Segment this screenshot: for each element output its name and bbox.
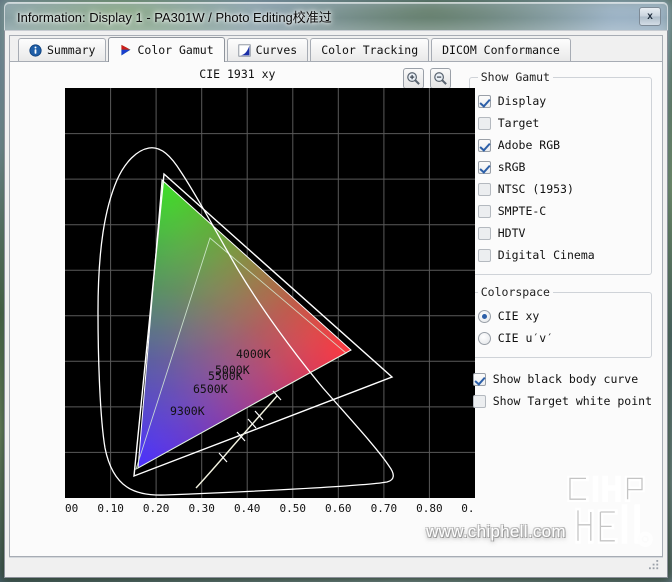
checkbox-hdtv[interactable] (477, 226, 491, 240)
tab-summary-label: Summary (47, 43, 96, 57)
bb-label-4000k: 4000K (236, 347, 271, 361)
label-hdtv: HDTV (497, 226, 526, 240)
checkbox-row-adobe-rgb[interactable]: Adobe RGB (477, 134, 643, 156)
color-gamut-icon (121, 44, 131, 55)
resize-grip-icon[interactable] (649, 560, 660, 571)
zoom-out-button[interactable] (429, 68, 451, 89)
xtick-8: 0.80 (416, 502, 443, 515)
xtick-5: 0.50 (280, 502, 307, 515)
xtick-0: 0.00 (65, 502, 78, 515)
checkbox-srgb[interactable] (477, 160, 491, 174)
checkbox-row-digital-cinema[interactable]: Digital Cinema (477, 244, 643, 266)
bb-label-6500k: 6500K (193, 382, 228, 396)
tab-dicom-conformance-label: DICOM Conformance (442, 43, 560, 57)
checkbox-row-srgb[interactable]: sRGB (477, 156, 643, 178)
label-cie-uv: CIE u′v′ (497, 331, 554, 345)
tab-dicom-conformance[interactable]: DICOM Conformance (431, 38, 571, 61)
chart-title: CIE 1931 xy (199, 67, 276, 81)
checkbox-target[interactable] (477, 116, 491, 130)
tab-strip: Summary Color Gamut Curves Color Trackin… (10, 36, 662, 62)
show-gamut-group: Show Gamut Display Target Adobe RGB sRGB… (468, 70, 652, 275)
tab-color-gamut-label: Color Gamut (137, 43, 214, 57)
label-digital-cinema: Digital Cinema (497, 248, 595, 262)
checkbox-row-target[interactable]: Target (477, 112, 643, 134)
tab-color-tracking-label: Color Tracking (321, 43, 419, 57)
cie-chart-area: CIE 1931 xy 4000K 5000K 5500K 6500K 9300… (10, 62, 475, 556)
xtick-4: 0.40 (234, 502, 261, 515)
window-title: Information: Display 1 - PA301W / Photo … (17, 10, 332, 25)
label-srgb: sRGB (497, 160, 526, 174)
checkbox-row-smpte-c[interactable]: SMPTE-C (477, 200, 643, 222)
content-panel: Summary Color Gamut Curves Color Trackin… (9, 35, 663, 557)
info-icon (29, 43, 42, 57)
checkbox-display[interactable] (477, 94, 491, 108)
tab-summary[interactable]: Summary (18, 38, 107, 61)
zoom-out-icon (433, 72, 447, 85)
radio-cie-xy[interactable] (477, 309, 491, 323)
status-bar (9, 557, 663, 573)
label-show-black-body-curve: Show black body curve (492, 372, 639, 386)
tab-color-gamut[interactable]: Color Gamut (108, 37, 225, 62)
xtick-2: 0.20 (143, 502, 170, 515)
bb-label-5500k: 5500K (208, 369, 243, 383)
xtick-3: 0.30 (188, 502, 215, 515)
label-adobe-rgb: Adobe RGB (497, 138, 561, 152)
checkbox-show-black-body-curve[interactable] (472, 372, 486, 386)
options-panel: Show Gamut Display Target Adobe RGB sRGB… (465, 62, 662, 556)
checkbox-adobe-rgb[interactable] (477, 138, 491, 152)
x-axis: 0.00 0.10 0.20 0.30 0.40 0.50 0.60 0.70 … (65, 502, 475, 515)
tab-color-tracking[interactable]: Color Tracking (310, 38, 430, 61)
information-window: Information: Display 1 - PA301W / Photo … (4, 2, 668, 578)
radio-row-cie-uv[interactable]: CIE u′v′ (477, 327, 643, 349)
window-client-area: Summary Color Gamut Curves Color Trackin… (4, 30, 668, 578)
curves-icon (238, 43, 251, 57)
label-smpte-c: SMPTE-C (497, 204, 547, 218)
zoom-in-icon (406, 72, 420, 85)
checkbox-row-show-target-white-point[interactable]: Show Target white point (472, 390, 652, 412)
xtick-9: 0.90 (461, 502, 475, 515)
close-icon: x (647, 11, 653, 22)
chart-zoom-controls (402, 68, 451, 89)
extra-options: Show black body curve Show Target white … (469, 368, 652, 412)
xtick-1: 0.10 (97, 502, 124, 515)
radio-row-cie-xy[interactable]: CIE xy (477, 305, 643, 327)
xtick-6: 0.60 (325, 502, 352, 515)
tab-curves-label: Curves (255, 43, 298, 57)
cie-plot[interactable]: 4000K 5000K 5500K 6500K 9300K 0.90 0.80 … (65, 88, 475, 556)
close-button[interactable]: x (639, 7, 661, 26)
zoom-in-button[interactable] (402, 68, 424, 89)
xtick-7: 0.70 (371, 502, 398, 515)
label-display: Display (497, 94, 547, 108)
checkbox-smpte-c[interactable] (477, 204, 491, 218)
colorspace-group: Colorspace CIE xy CIE u′v′ (468, 285, 652, 358)
colorspace-legend: Colorspace (480, 285, 550, 299)
checkbox-digital-cinema[interactable] (477, 248, 491, 262)
label-target: Target (497, 116, 540, 130)
checkbox-row-ntsc-1953[interactable]: NTSC (1953) (477, 178, 643, 200)
tab-curves[interactable]: Curves (226, 38, 309, 61)
label-cie-xy: CIE xy (497, 309, 540, 323)
radio-cie-uv[interactable] (477, 331, 491, 345)
panel-body: CIE 1931 xy 4000K 5000K 5500K 6500K 9300… (10, 62, 662, 556)
bb-label-9300k: 9300K (170, 404, 205, 418)
window-titlebar: Information: Display 1 - PA301W / Photo … (4, 2, 668, 30)
checkbox-row-hdtv[interactable]: HDTV (477, 222, 643, 244)
show-gamut-legend: Show Gamut (480, 70, 550, 84)
label-show-target-white-point: Show Target white point (492, 394, 652, 408)
checkbox-show-target-white-point[interactable] (472, 394, 486, 408)
checkbox-row-show-black-body-curve[interactable]: Show black body curve (472, 368, 652, 390)
label-ntsc-1953: NTSC (1953) (497, 182, 574, 196)
checkbox-row-display[interactable]: Display (477, 90, 643, 112)
checkbox-ntsc-1953[interactable] (477, 182, 491, 196)
